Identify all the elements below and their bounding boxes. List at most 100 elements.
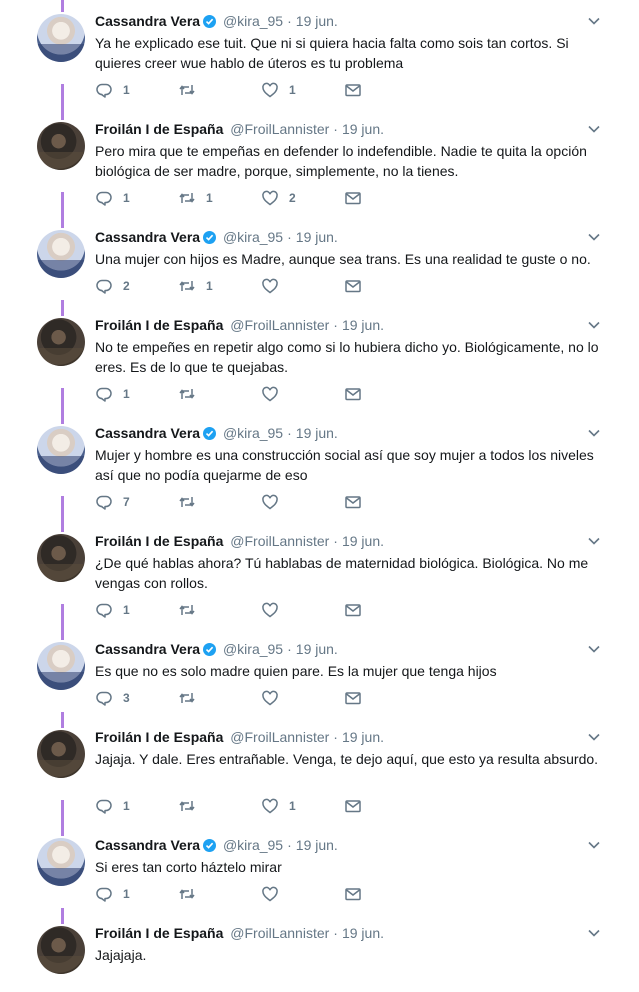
author-name[interactable]: Cassandra Vera bbox=[95, 837, 200, 853]
envelope-icon bbox=[345, 280, 361, 293]
chevron-down-icon[interactable] bbox=[587, 838, 601, 852]
author-handle[interactable]: @FroilLannister bbox=[230, 729, 329, 745]
tweet[interactable]: Froilán I de España @FroilLannister · 19 j… bbox=[0, 520, 639, 628]
retweet-button[interactable]: 1 bbox=[178, 276, 261, 296]
avatar[interactable] bbox=[37, 642, 85, 690]
tweet-date[interactable]: 19 jun. bbox=[296, 641, 338, 657]
author-handle[interactable]: @FroilLannister bbox=[230, 925, 329, 941]
like-button[interactable] bbox=[261, 688, 344, 708]
tweet-date[interactable]: 19 jun. bbox=[296, 837, 338, 853]
direct-message-button[interactable] bbox=[344, 796, 362, 816]
author-handle[interactable]: @FroilLannister bbox=[230, 533, 329, 549]
tweet-date[interactable]: 19 jun. bbox=[296, 229, 338, 245]
like-button[interactable]: 1 bbox=[261, 80, 344, 100]
reply-button[interactable]: 1 bbox=[95, 80, 178, 100]
chevron-down-icon[interactable] bbox=[587, 730, 601, 744]
reply-button[interactable]: 1 bbox=[95, 600, 178, 620]
tweet-text: Es que no es solo madre quien pare. Es l… bbox=[95, 663, 497, 679]
retweet-button[interactable] bbox=[178, 884, 261, 904]
chevron-down-icon[interactable] bbox=[587, 230, 601, 244]
tweet[interactable]: Froilán I de España @FroilLannister · 19 j… bbox=[0, 912, 639, 992]
reply-button[interactable]: 1 bbox=[95, 384, 178, 404]
author-handle[interactable]: @kira_95 bbox=[223, 425, 283, 441]
direct-message-button[interactable] bbox=[344, 80, 362, 100]
avatar[interactable] bbox=[37, 318, 85, 366]
author-handle[interactable]: @FroilLannister bbox=[230, 121, 329, 137]
reply-button[interactable]: 2 bbox=[95, 276, 178, 296]
direct-message-button[interactable] bbox=[344, 600, 362, 620]
like-button[interactable] bbox=[261, 276, 344, 296]
tweet[interactable]: Cassandra Vera @kira_95 · 19 jun. Si eres … bbox=[0, 824, 639, 912]
author-name[interactable]: Cassandra Vera bbox=[95, 641, 200, 657]
retweet-button[interactable] bbox=[178, 384, 261, 404]
avatar[interactable] bbox=[37, 426, 85, 474]
author-handle[interactable]: @kira_95 bbox=[223, 837, 283, 853]
tweet-date[interactable]: 19 jun. bbox=[342, 729, 384, 745]
tweet[interactable]: Froilán I de España @FroilLannister · 19 j… bbox=[0, 716, 639, 824]
chevron-down-icon[interactable] bbox=[587, 14, 601, 28]
retweet-button[interactable]: 1 bbox=[178, 188, 261, 208]
reply-button[interactable]: 1 bbox=[95, 796, 178, 816]
author-name[interactable]: Cassandra Vera bbox=[95, 425, 200, 441]
chevron-down-icon[interactable] bbox=[587, 926, 601, 940]
like-button[interactable] bbox=[261, 492, 344, 512]
tweet[interactable]: Froilán I de España @FroilLannister · 19 j… bbox=[0, 304, 639, 412]
reply-button[interactable]: 1 bbox=[95, 188, 178, 208]
direct-message-button[interactable] bbox=[344, 884, 362, 904]
chevron-down-icon[interactable] bbox=[587, 122, 601, 136]
author-name[interactable]: Froilán I de España bbox=[95, 533, 223, 549]
direct-message-button[interactable] bbox=[344, 688, 362, 708]
tweet-date[interactable]: 19 jun. bbox=[342, 121, 384, 137]
avatar[interactable] bbox=[37, 534, 85, 582]
retweet-button[interactable] bbox=[178, 796, 261, 816]
tweet[interactable]: Cassandra Vera @kira_95 · 19 jun. Es que n… bbox=[0, 628, 639, 716]
reply-button[interactable]: 3 bbox=[95, 688, 178, 708]
author-handle[interactable]: @kira_95 bbox=[223, 641, 283, 657]
like-button[interactable]: 1 bbox=[261, 796, 344, 816]
retweet-button[interactable] bbox=[178, 80, 261, 100]
tweet-date[interactable]: 19 jun. bbox=[342, 533, 384, 549]
like-button[interactable] bbox=[261, 384, 344, 404]
author-handle[interactable]: @kira_95 bbox=[223, 229, 283, 245]
retweet-button[interactable] bbox=[178, 492, 261, 512]
chevron-down-icon[interactable] bbox=[587, 534, 601, 548]
thread-line bbox=[61, 520, 64, 532]
tweet-date[interactable]: 19 jun. bbox=[296, 13, 338, 29]
avatar[interactable] bbox=[37, 122, 85, 170]
author-name[interactable]: Cassandra Vera bbox=[95, 229, 200, 245]
like-button[interactable] bbox=[261, 600, 344, 620]
direct-message-button[interactable] bbox=[344, 384, 362, 404]
reply-button[interactable]: 1 bbox=[95, 884, 178, 904]
direct-message-button[interactable] bbox=[344, 276, 362, 296]
chevron-down-icon[interactable] bbox=[587, 642, 601, 656]
retweet-button[interactable] bbox=[178, 688, 261, 708]
author-handle[interactable]: @kira_95 bbox=[223, 13, 283, 29]
tweet-date[interactable]: 19 jun. bbox=[296, 425, 338, 441]
author-name[interactable]: Cassandra Vera bbox=[95, 13, 200, 29]
author-name[interactable]: Froilán I de España bbox=[95, 121, 223, 137]
direct-message-button[interactable] bbox=[344, 188, 362, 208]
thread-line bbox=[61, 824, 64, 836]
avatar[interactable] bbox=[37, 838, 85, 886]
like-button[interactable] bbox=[261, 884, 344, 904]
author-handle[interactable]: @FroilLannister bbox=[230, 317, 329, 333]
tweet-date[interactable]: 19 jun. bbox=[342, 925, 384, 941]
tweet[interactable]: Froilán I de España @FroilLannister · 19 j… bbox=[0, 108, 639, 216]
avatar[interactable] bbox=[37, 230, 85, 278]
reply-button[interactable]: 7 bbox=[95, 492, 178, 512]
chevron-down-icon[interactable] bbox=[587, 318, 601, 332]
tweet[interactable]: Cassandra Vera @kira_95 · 19 jun. Ya he ex… bbox=[0, 0, 639, 108]
author-name[interactable]: Froilán I de España bbox=[95, 729, 223, 745]
avatar[interactable] bbox=[37, 14, 85, 62]
like-button[interactable]: 2 bbox=[261, 188, 344, 208]
tweet[interactable]: Cassandra Vera @kira_95 · 19 jun. Una muje… bbox=[0, 216, 639, 304]
author-name[interactable]: Froilán I de España bbox=[95, 317, 223, 333]
chevron-down-icon[interactable] bbox=[587, 426, 601, 440]
retweet-button[interactable] bbox=[178, 600, 261, 620]
tweet[interactable]: Cassandra Vera @kira_95 · 19 jun. Mujer y … bbox=[0, 412, 639, 520]
reply-count: 1 bbox=[123, 83, 130, 97]
direct-message-button[interactable] bbox=[344, 492, 362, 512]
author-name[interactable]: Froilán I de España bbox=[95, 925, 223, 941]
avatar[interactable] bbox=[37, 730, 85, 778]
tweet-date[interactable]: 19 jun. bbox=[342, 317, 384, 333]
